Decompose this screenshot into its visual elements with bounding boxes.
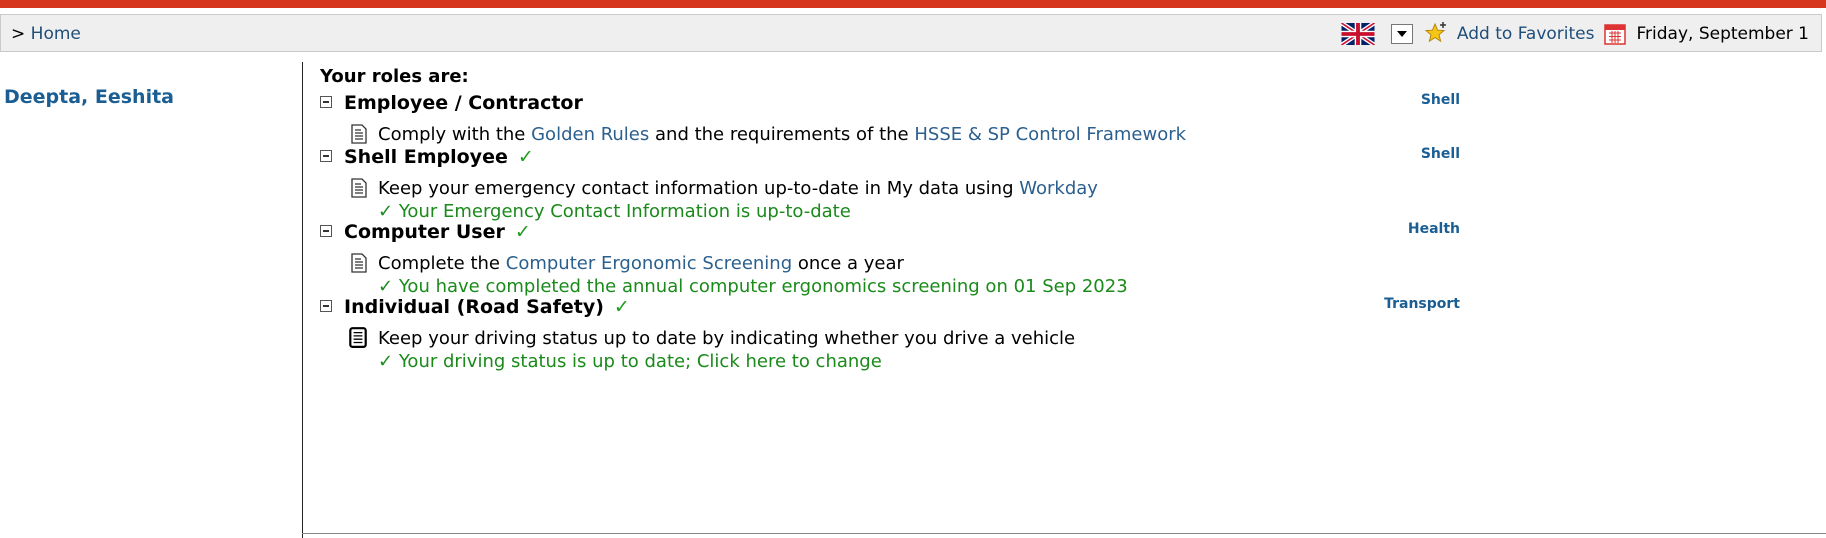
ergonomic-screening-link[interactable]: Computer Ergonomic Screening xyxy=(506,253,792,274)
calendar-icon[interactable] xyxy=(1604,23,1627,45)
current-date: Friday, September 1 xyxy=(1636,24,1809,44)
role-name: Employee / Contractor xyxy=(344,92,583,114)
role-category-link[interactable]: Shell xyxy=(1421,92,1460,108)
role-name: Individual (Road Safety) ✓ xyxy=(344,296,630,318)
bottom-divider xyxy=(302,533,1826,534)
check-icon: ✓ xyxy=(613,296,630,318)
breadcrumb-separator: > xyxy=(11,24,26,44)
task-description: Comply with the Golden Rules and the req… xyxy=(378,124,1187,145)
clipboard-icon xyxy=(349,327,367,348)
workday-link[interactable]: Workday xyxy=(1019,178,1098,199)
role-category-link[interactable]: Shell xyxy=(1421,146,1460,162)
role-computer-user: Computer User ✓ Health Complete the Compu… xyxy=(320,221,1460,297)
collapse-toggle-button[interactable] xyxy=(320,225,332,237)
role-employee-contractor: Employee / Contractor Shell Comply with … xyxy=(320,92,1460,145)
top-accent-bar xyxy=(0,0,1826,8)
golden-rules-link[interactable]: Golden Rules xyxy=(531,124,649,145)
control-framework-link[interactable]: HSSE & SP Control Framework xyxy=(914,124,1186,145)
driving-status-change-link[interactable]: ✓ Your driving status is up to date; Cli… xyxy=(378,351,882,372)
task-description: Keep your driving status up to date by i… xyxy=(378,328,1076,349)
breadcrumb: > Home xyxy=(11,24,81,44)
add-to-favorites-link[interactable]: Add to Favorites xyxy=(1457,24,1595,44)
role-name: Computer User ✓ xyxy=(344,221,531,243)
check-icon: ✓ xyxy=(514,221,531,243)
document-icon xyxy=(351,253,367,273)
task-description: Complete the Computer Ergonomic Screenin… xyxy=(378,253,904,274)
role-shell-employee: Shell Employee ✓ Shell Keep your emergenc… xyxy=(320,146,1460,222)
collapse-toggle-button[interactable] xyxy=(320,150,332,162)
vertical-divider xyxy=(302,62,303,538)
document-icon xyxy=(351,178,367,198)
check-icon: ✓ xyxy=(378,201,394,222)
check-icon: ✓ xyxy=(378,276,394,297)
collapse-toggle-button[interactable] xyxy=(320,300,332,312)
check-icon: ✓ xyxy=(378,351,394,372)
uk-flag-icon[interactable] xyxy=(1340,23,1375,45)
language-dropdown-button[interactable] xyxy=(1390,24,1413,44)
task-status: ✓ You have completed the annual computer… xyxy=(378,276,1128,297)
collapse-toggle-button[interactable] xyxy=(320,96,332,108)
task-status: ✓ Your Emergency Contact Information is … xyxy=(378,201,851,222)
check-icon: ✓ xyxy=(517,146,534,168)
user-name[interactable]: Deepta, Eeshita xyxy=(4,86,174,108)
task-description: Keep your emergency contact information … xyxy=(378,178,1098,199)
document-icon xyxy=(351,124,367,144)
breadcrumb-home-link[interactable]: Home xyxy=(31,24,81,44)
role-individual-road-safety: Individual (Road Safety) ✓ Transport Keep… xyxy=(320,296,1460,372)
roles-heading: Your roles are: xyxy=(320,66,469,87)
header-tools: Add to Favorites Friday, September 1 xyxy=(1340,20,1809,48)
role-category-link[interactable]: Health xyxy=(1408,221,1460,237)
role-name: Shell Employee ✓ xyxy=(344,146,534,168)
navigation-bar: > Home Add to Favorites Friday, Septembe… xyxy=(0,14,1822,52)
favorite-star-icon[interactable] xyxy=(1423,21,1449,47)
chevron-down-icon xyxy=(1396,31,1407,37)
role-category-link[interactable]: Transport xyxy=(1384,296,1460,312)
